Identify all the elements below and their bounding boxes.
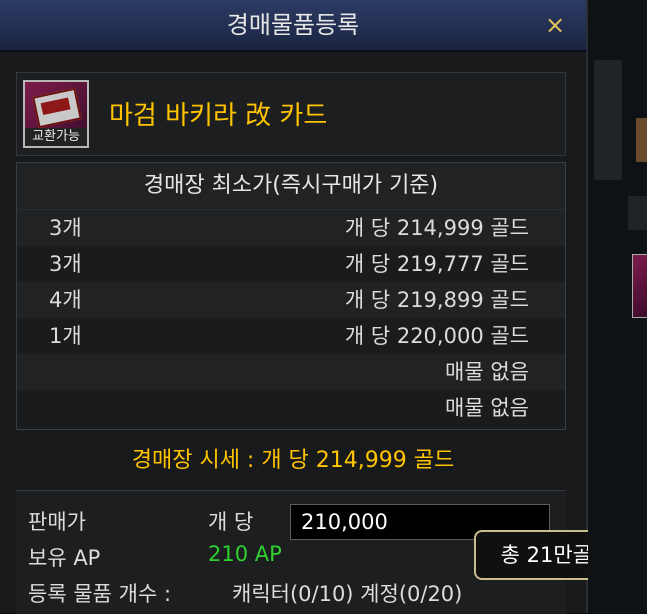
- close-icon[interactable]: ×: [540, 10, 570, 40]
- auction-register-window: 경매물품등록 × 교환가능 마검 바키라 改 카드 경매장 최소가(즉시구매가 …: [0, 0, 588, 614]
- row-quantity: 3개: [49, 252, 82, 276]
- listing-count-value: 캐릭터(0/10) 계정(0/20): [232, 582, 463, 606]
- card-thumbnail-icon: [632, 254, 647, 318]
- per-unit-label: 개 당: [208, 510, 254, 534]
- item-panel: 교환가능 마검 바키라 改 카드: [16, 72, 566, 156]
- row-price: 개 당 219,899 골드: [344, 288, 529, 312]
- price-row: 4개 개 당 219,899 골드: [17, 282, 565, 318]
- price-row: 매물 없음: [17, 354, 565, 390]
- price-row: 3개 개 당 214,999 골드: [17, 210, 565, 246]
- ap-label: 보유 AP: [28, 546, 101, 570]
- price-table-header: 경매장 최소가(즉시구매가 기준): [17, 163, 565, 210]
- row-price: 개 당 214,999 골드: [344, 216, 529, 240]
- row-price: 매물 없음: [445, 396, 529, 420]
- price-row: 3개 개 당 219,777 골드: [17, 246, 565, 282]
- item-thumbnail-icon: [636, 118, 647, 162]
- row-price: 개 당 219,777 골드: [344, 252, 529, 276]
- card-item-icon[interactable]: 교환가능: [23, 80, 89, 148]
- lowest-price-table: 경매장 최소가(즉시구매가 기준) 3개 개 당 214,999 골드 3개 개…: [16, 162, 566, 430]
- row-quantity: 4개: [49, 288, 82, 312]
- sale-price-label: 판매가: [28, 510, 86, 534]
- window-title: 경매물품등록: [226, 11, 360, 39]
- price-row: 매물 없음: [17, 390, 565, 426]
- row-quantity: 3개: [49, 216, 82, 240]
- price-row: 1개 개 당 220,000 골드: [17, 318, 565, 354]
- row-price: 매물 없음: [445, 360, 529, 384]
- row-quantity: 1개: [49, 324, 82, 348]
- card-art-icon: [32, 87, 82, 129]
- ap-value: 210 AP: [208, 542, 282, 566]
- market-price: 경매장 시세 : 개 당 214,999 골드: [131, 448, 455, 473]
- tradeable-badge: 교환가능: [25, 128, 87, 146]
- listing-count-label: 등록 물품 개수 :: [28, 582, 172, 606]
- row-price: 개 당 220,000 골드: [344, 324, 529, 348]
- item-name: 마검 바키라 改 카드: [109, 101, 328, 131]
